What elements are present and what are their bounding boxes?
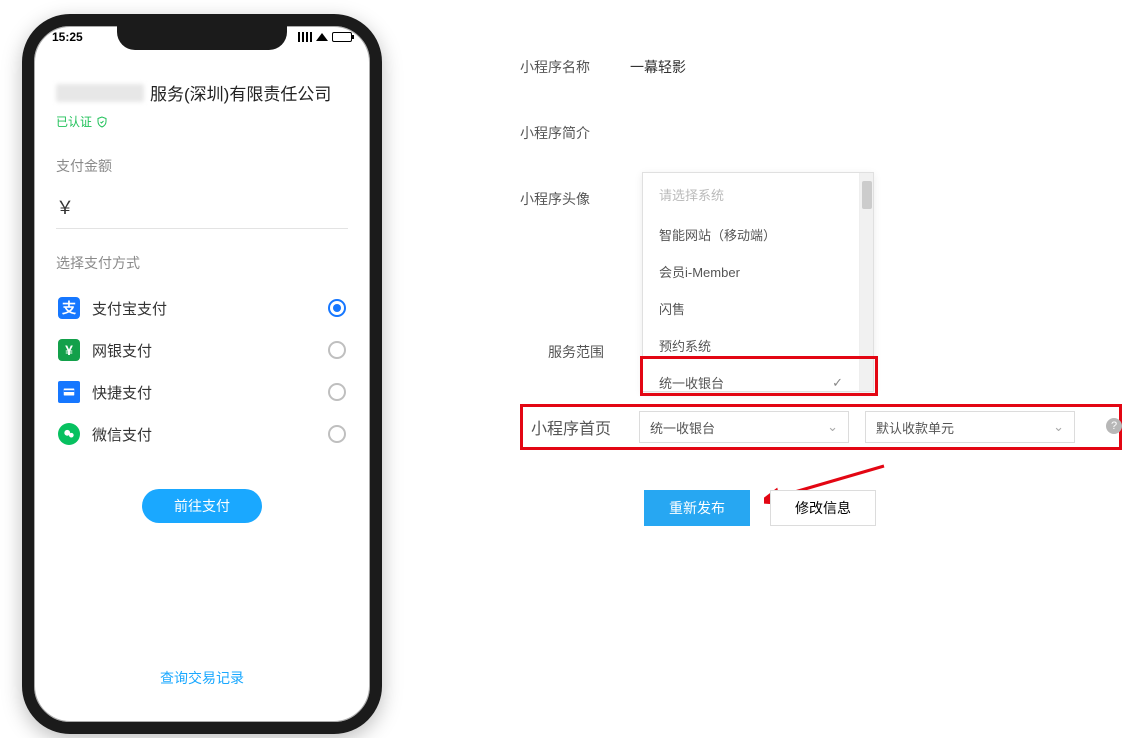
quickpay-icon [58,381,80,403]
chevron-down-icon: ⌄ [827,419,838,435]
action-buttons: 重新发布 修改信息 [644,490,876,526]
system-dropdown-open[interactable]: 请选择系统 智能网站（移动端） 会员i-Member 闪售 预约系统 统一收银台… [642,172,874,392]
dropdown-option-smartweb[interactable]: 智能网站（移动端） [643,216,859,253]
dropdown-option-cashier[interactable]: 统一收银台 ✓ [643,364,859,391]
phone-mockup: 15:25 服务(深圳)有限责任公司 已认证 支付金额 ￥ 选择支付方式 支 支… [22,14,382,734]
payment-method-alipay[interactable]: 支 支付宝支付 [56,287,348,329]
status-time: 15:25 [52,30,83,44]
signal-icon [298,32,312,42]
help-icon[interactable]: ? [1106,418,1122,434]
shield-icon [96,115,108,129]
wifi-icon [316,33,328,41]
dropdown-scrollbar[interactable] [859,173,873,391]
company-name-suffix: 服务(深圳)有限责任公司 [150,80,331,105]
dropdown-placeholder: 请选择系统 [643,173,859,216]
query-transactions-link[interactable]: 查询交易记录 [34,668,370,688]
phone-screen: 服务(深圳)有限责任公司 已认证 支付金额 ￥ 选择支付方式 支 支付宝支付 ¥… [34,60,370,722]
homepage-unit-select[interactable]: 默认收款单元 ⌄ [865,411,1075,443]
homepage-label: 小程序首页 [531,415,639,439]
amount-label: 支付金额 [56,156,348,176]
homepage-system-select[interactable]: 统一收银台 ⌄ [639,411,849,443]
unionpay-icon: ¥ [58,339,80,361]
unionpay-label: 网银支付 [92,340,152,361]
battery-icon [332,32,352,42]
verified-label: 已认证 [56,113,92,130]
name-label: 小程序名称 [520,57,630,77]
homepage-unit-select-value: 默认收款单元 [876,418,954,437]
pay-button[interactable]: 前往支付 [142,489,262,523]
payment-method-unionpay[interactable]: ¥ 网银支付 [56,329,348,371]
name-value: 一幕轻影 [630,57,686,77]
phone-notch [117,24,287,50]
amount-input[interactable]: ￥ [56,194,348,229]
check-icon: ✓ [832,375,843,391]
payment-method-quickpay[interactable]: 快捷支付 [56,371,348,413]
alipay-icon: 支 [58,297,80,319]
scope-label: 服务范围 [548,342,604,362]
radio-wechat[interactable] [328,425,346,443]
dropdown-option-cashier-label: 统一收银台 [659,373,724,391]
wechat-label: 微信支付 [92,424,152,445]
payment-method-wechat[interactable]: 微信支付 [56,413,348,455]
radio-alipay[interactable] [328,299,346,317]
republish-button[interactable]: 重新发布 [644,490,750,526]
intro-label: 小程序简介 [520,123,630,143]
homepage-row: 小程序首页 统一收银台 ⌄ 默认收款单元 ⌄ [520,404,1122,450]
chevron-down-icon: ⌄ [1053,419,1064,435]
scrollbar-thumb[interactable] [862,181,872,209]
homepage-system-select-value: 统一收银台 [650,418,715,437]
radio-unionpay[interactable] [328,341,346,359]
radio-quickpay[interactable] [328,383,346,401]
blurred-company-prefix [56,84,144,102]
quickpay-label: 快捷支付 [92,382,152,403]
dropdown-option-flash[interactable]: 闪售 [643,290,859,327]
modify-button[interactable]: 修改信息 [770,490,876,526]
method-label: 选择支付方式 [56,253,348,273]
avatar-label: 小程序头像 [520,189,630,209]
dropdown-option-member[interactable]: 会员i-Member [643,253,859,290]
wechat-icon [58,423,80,445]
alipay-label: 支付宝支付 [92,298,167,319]
dropdown-option-booking[interactable]: 预约系统 [643,327,859,364]
